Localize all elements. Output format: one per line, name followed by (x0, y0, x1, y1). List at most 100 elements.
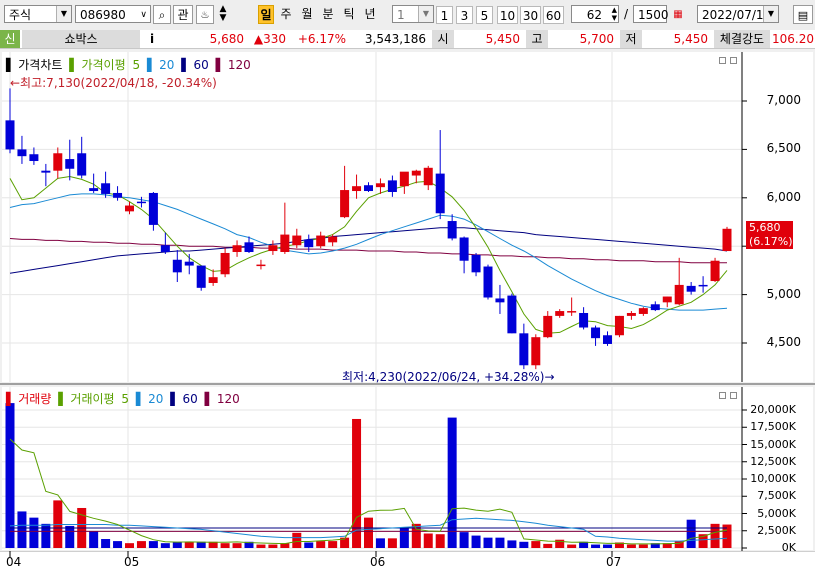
candle-body (53, 153, 63, 171)
volume-bar (256, 544, 266, 548)
candle-body (148, 192, 158, 225)
candle-body (316, 235, 326, 247)
candle-body (698, 284, 708, 287)
pane-minimize-icon[interactable] (719, 57, 726, 64)
volume-bar (435, 534, 445, 548)
candle-body (710, 260, 720, 282)
candle-body (304, 239, 314, 248)
price-ma120-line (9, 238, 727, 264)
candle-body (280, 234, 290, 253)
max-price-annotation: ←최고:7,130(2022/04/18, -20.34%) (10, 76, 217, 90)
min-price-annotation: 최저:4,230(2022/06/24, +34.28%)→ (342, 370, 555, 384)
volume-bar (316, 541, 326, 548)
candle-body (77, 153, 87, 176)
candle-body (268, 245, 278, 252)
candle-body (232, 245, 242, 253)
volume-bar (375, 538, 385, 548)
last-price-tag-pct: (6.17%) (749, 235, 793, 248)
x-label-jul: 07 (606, 555, 622, 569)
price-ma20-line (9, 193, 728, 311)
candle-body (17, 149, 27, 157)
volume-legend-ma120: 120 (216, 392, 240, 406)
volume-legend: ▌ 거래량 ▌ 거래이평 5 ▌ 20 ▌ 60 ▌ 120 (6, 392, 240, 406)
candle-body (399, 171, 409, 187)
volume-bar (603, 544, 612, 548)
candle-body (244, 242, 254, 253)
volume-bar (364, 517, 373, 548)
candle-body (65, 159, 75, 169)
candle-body (579, 312, 589, 328)
volume-bar (304, 542, 314, 548)
volume-bar (387, 538, 397, 548)
candle-body (543, 315, 553, 338)
volume-bar (220, 543, 230, 548)
volume-bar (29, 517, 39, 548)
volume-bar (567, 544, 577, 548)
price-legend-ma: 가격이평 (81, 58, 126, 72)
candle-body (626, 312, 636, 316)
candle-body (136, 201, 146, 204)
volume-bar (65, 525, 75, 548)
volume-bar (459, 532, 469, 548)
volume-bar (101, 539, 111, 548)
candle-body (184, 261, 194, 266)
volume-bar (638, 544, 648, 548)
candle-body (256, 264, 266, 267)
price-tick-label: 5,000 (766, 286, 801, 301)
candle-body (447, 221, 457, 239)
candle-body (471, 254, 481, 273)
candle-body (495, 298, 505, 303)
volume-bar (184, 542, 194, 548)
candle-body (531, 337, 541, 366)
candle-body (387, 180, 397, 192)
candle-body (483, 266, 493, 298)
volume-tick-label: 5,000K (757, 506, 796, 520)
volume-bar (399, 527, 409, 548)
price-legend-ma5: 5 (132, 58, 141, 72)
volume-tick-label: 2,500K (757, 523, 796, 537)
candle-body (674, 284, 684, 305)
pane-maximize-icon[interactable] (730, 57, 737, 64)
candle-body (125, 205, 134, 212)
volume-bar (172, 541, 182, 548)
volume-bar (89, 531, 99, 548)
volume-legend-ma: 거래이평 (70, 392, 115, 406)
candle-body (722, 228, 732, 252)
candle-body (340, 190, 350, 218)
volume-bar (543, 543, 553, 548)
x-label-jun: 06 (370, 555, 386, 569)
volume-bar (17, 511, 27, 548)
candle-body (650, 304, 660, 311)
price-legend-ma60: 60 (193, 58, 209, 72)
candle-body (555, 311, 565, 316)
candle-body (375, 183, 385, 188)
volume-legend-ma5: 5 (121, 392, 130, 406)
candle-body (352, 186, 362, 192)
candle-body (292, 235, 302, 246)
price-tick-label: 4,500 (766, 335, 801, 349)
candle-body (29, 154, 39, 162)
volume-pane-minimize-icon[interactable] (719, 392, 726, 399)
candle-body (208, 277, 218, 283)
price-legend-ma20: 20 (159, 58, 175, 72)
candle-body (101, 183, 111, 194)
volume-bar (710, 523, 720, 548)
volume-bar (160, 543, 170, 548)
volume-bar (483, 537, 493, 548)
price-legend-ma120: 120 (227, 58, 251, 72)
volume-bar (232, 543, 242, 548)
volume-bar (495, 537, 505, 548)
candle-body (519, 333, 529, 366)
volume-bar (136, 541, 146, 548)
candle-body (220, 252, 230, 275)
candle-body (113, 192, 123, 198)
volume-tick-label: 0K (781, 541, 796, 554)
candle-body (603, 335, 612, 344)
volume-bar (531, 541, 541, 548)
candle-body (507, 295, 517, 334)
candle-body (423, 167, 433, 186)
candle-body (435, 173, 445, 214)
volume-bar (411, 523, 421, 548)
price-legend: ▌ 가격차트 ▌ 가격이평 5 ▌ 20 ▌ 60 ▌ 120 (6, 58, 251, 72)
volume-pane-maximize-icon[interactable] (730, 392, 737, 399)
